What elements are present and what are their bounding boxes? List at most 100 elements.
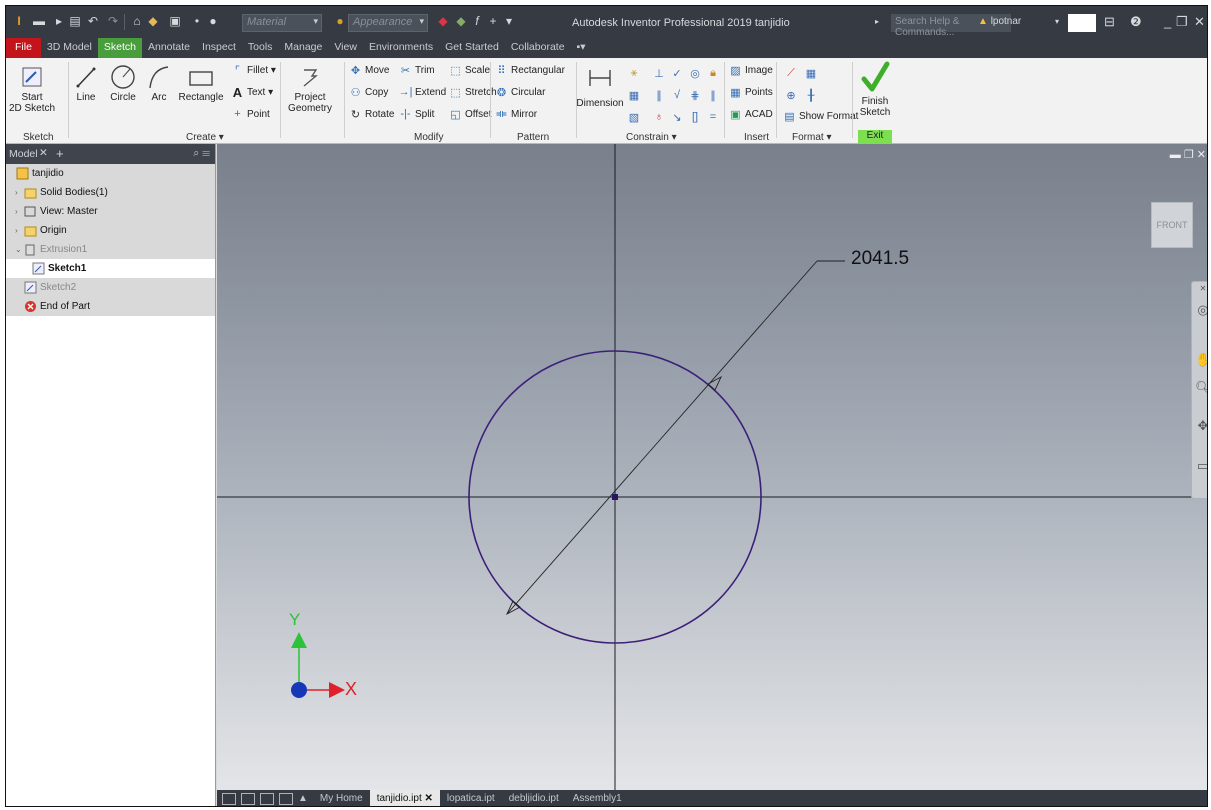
collinear-icon[interactable]: ↘ <box>668 108 686 126</box>
search-menu-icon[interactable]: ⌕ ☰ <box>193 147 210 160</box>
text-button[interactable]: A Text ▾ <box>230 84 273 100</box>
update-icon[interactable]: ◆ <box>146 11 160 31</box>
diameter-dimension[interactable]: 2041.5 <box>851 248 909 270</box>
split-button[interactable]: -|- Split <box>398 106 434 122</box>
tab-environments[interactable]: Environments <box>363 38 439 58</box>
tab-annotate[interactable]: Annotate <box>142 38 196 58</box>
material-dropdown[interactable]: Material ▾ <box>242 14 322 32</box>
save-icon[interactable]: ▤ <box>68 11 82 31</box>
close-icon[interactable]: ✕ <box>1195 284 1207 300</box>
cart-icon[interactable]: ⊟ <box>1104 14 1115 30</box>
fx-icon[interactable]: f <box>470 11 484 31</box>
fillet-button[interactable]: ⌜ Fillet ▾ <box>230 62 276 78</box>
show-format-button[interactable]: ▤ Show Format <box>782 108 858 124</box>
offset-button[interactable]: ◱ Offset <box>448 106 491 122</box>
select-icon[interactable]: ▣ <box>168 11 182 31</box>
tree-node[interactable]: › View: Master <box>6 202 215 221</box>
arc-button[interactable]: Arc <box>144 62 174 103</box>
more-tabs-icon[interactable]: ▪▾ <box>571 38 592 58</box>
tile-grid-icon[interactable] <box>241 793 255 805</box>
search-expand-icon[interactable]: ▸ <box>872 11 882 31</box>
home-icon[interactable]: ⌂ <box>130 11 144 31</box>
points-button[interactable]: ▦ Points <box>728 84 773 100</box>
undo-icon[interactable]: ↶ <box>86 11 100 31</box>
doc-tab-lopatica[interactable]: lopatica.ipt <box>440 790 502 806</box>
centerline-icon[interactable]: ╂ <box>802 86 820 104</box>
pan-icon[interactable]: ✋ <box>1195 352 1207 368</box>
auto-dimension-icon[interactable]: ⚹ <box>625 64 643 82</box>
color-icon[interactable]: • <box>190 11 204 31</box>
extend-button[interactable]: →| Extend <box>398 84 447 100</box>
close-icon[interactable]: ✕ <box>39 147 48 159</box>
doc-tab-my-home[interactable]: My Home <box>313 790 370 806</box>
horizontal-icon[interactable]: ⋕ <box>686 86 704 104</box>
appearance-dropdown[interactable]: Appearance ▾ <box>348 14 428 32</box>
trim-button[interactable]: ✂ Trim <box>398 62 435 78</box>
expand-chevron-icon[interactable]: › <box>15 188 24 197</box>
vertical-icon[interactable]: ∥ <box>704 86 722 104</box>
finish-sketch-button[interactable]: Finish Sketch <box>856 60 894 118</box>
mirror-button[interactable]: ⟚ Mirror <box>494 106 537 122</box>
image-button[interactable]: ▨ Image <box>728 62 773 78</box>
tree-node[interactable]: › Origin <box>6 221 215 240</box>
tile-rows-icon[interactable] <box>260 793 274 805</box>
help-icon[interactable]: ❷ <box>1130 14 1142 30</box>
expand-chevron-icon[interactable]: ⌄ <box>15 245 24 254</box>
tangent-icon[interactable]: √ <box>668 86 686 104</box>
doc-tab-assembly1[interactable]: Assembly1 <box>566 790 629 806</box>
adjust-icon[interactable]: ◆ <box>454 11 468 31</box>
new-icon[interactable]: ▬ <box>32 11 46 31</box>
tree-node[interactable]: Sketch1 <box>6 259 215 278</box>
dimension-button[interactable]: Dimension <box>576 62 624 109</box>
rectangle-button[interactable]: Rectangle <box>178 62 224 103</box>
graphics-viewport[interactable]: 2041.5 ▬ ❐ ✕ FRONT ✕ ◎ ✋ 🔍︎ ✥ ▭ Y X <box>217 144 1207 790</box>
plus-icon[interactable]: + <box>486 11 500 31</box>
close-icon[interactable]: ✕ <box>1194 14 1205 30</box>
tab-tools[interactable]: Tools <box>242 38 279 58</box>
constrain-group-label[interactable]: Constrain ▾ <box>626 132 677 143</box>
account-dropdown-icon[interactable]: ▾ <box>1052 11 1062 31</box>
orbit-icon[interactable]: ✥ <box>1195 418 1207 434</box>
tile-horizontal-icon[interactable] <box>222 793 236 805</box>
circle-button[interactable]: Circle <box>106 62 140 103</box>
doc-tab-debljidio[interactable]: debljidio.ipt <box>502 790 566 806</box>
steering-wheel-icon[interactable]: ◎ <box>1195 302 1207 318</box>
start-2d-sketch-button[interactable]: Start 2D Sketch <box>9 62 55 114</box>
center-point[interactable] <box>612 494 618 500</box>
tree-node[interactable]: End of Part <box>6 297 215 316</box>
tree-node[interactable]: Sketch2 <box>6 278 215 297</box>
create-group-label[interactable]: Create ▾ <box>186 132 224 143</box>
symmetric-icon[interactable]: [] <box>686 108 704 126</box>
tab-manage[interactable]: Manage <box>278 38 328 58</box>
tree-node[interactable]: tanjidio <box>6 164 215 183</box>
line-button[interactable]: Line <box>72 62 100 103</box>
tile-columns-icon[interactable] <box>279 793 293 805</box>
viewcube[interactable]: FRONT <box>1151 202 1193 248</box>
move-button[interactable]: ✥ Move <box>348 62 390 78</box>
perpendicular-icon[interactable]: ⊥ <box>650 64 668 82</box>
rectangular-pattern-button[interactable]: ⠿ Rectangular <box>494 62 564 78</box>
expand-chevron-icon[interactable]: › <box>15 226 24 235</box>
open-icon[interactable]: ▸ <box>52 11 66 31</box>
tab-get-started[interactable]: Get Started <box>439 38 505 58</box>
concentric-icon[interactable]: ◎ <box>686 64 704 82</box>
tree-node[interactable]: › Solid Bodies(1) <box>6 183 215 202</box>
project-geometry-button[interactable]: Project Geometry <box>286 62 334 114</box>
constraint-settings-icon[interactable]: ▦ <box>625 86 643 104</box>
tab-collaborate[interactable]: Collaborate <box>505 38 571 58</box>
tab-view[interactable]: View <box>328 38 363 58</box>
fix-icon[interactable]: 🔒︎ <box>704 64 722 82</box>
tab-list-icon[interactable]: ▲ <box>293 790 313 806</box>
tab-inspect[interactable]: Inspect <box>196 38 242 58</box>
viewport-controls[interactable]: ▬ ❐ ✕ <box>1170 148 1206 161</box>
acad-button[interactable]: ▣ ACAD <box>728 106 773 122</box>
look-at-icon[interactable]: ▭ <box>1195 458 1207 474</box>
close-icon[interactable]: ✕ <box>425 793 433 804</box>
customize-icon[interactable]: ▾ <box>502 11 516 31</box>
parallel-icon[interactable]: ∥ <box>650 86 668 104</box>
browser-tab-model[interactable]: Model <box>9 148 38 160</box>
redo-icon[interactable]: ↷ <box>106 11 120 31</box>
tab-3d-model[interactable]: 3D Model <box>41 38 98 58</box>
tab-file[interactable]: File <box>6 38 41 58</box>
point-button[interactable]: + Point <box>230 106 270 122</box>
